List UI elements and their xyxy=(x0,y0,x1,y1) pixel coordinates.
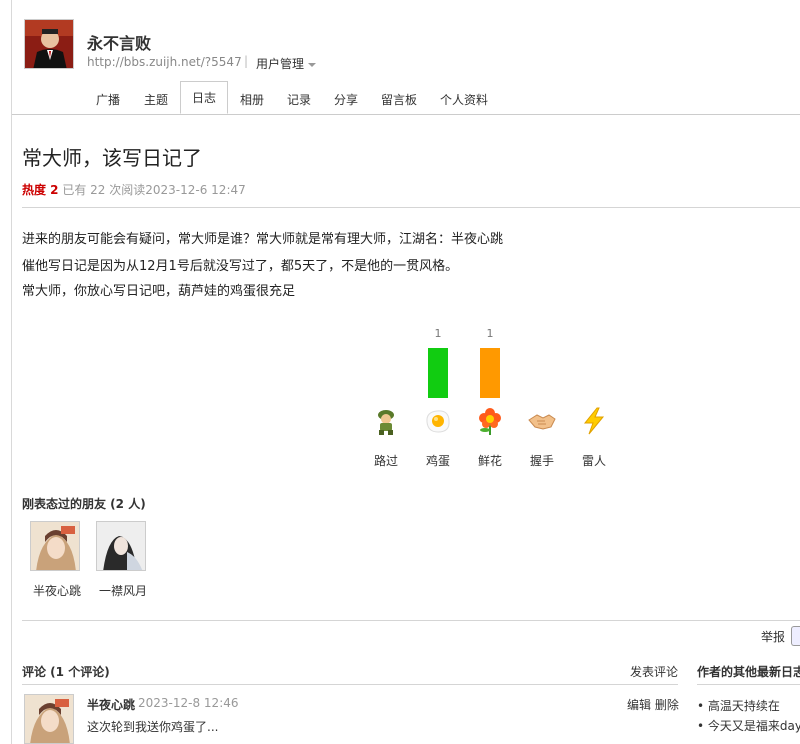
tab-records[interactable]: 记录 xyxy=(287,91,311,108)
reaction-bar xyxy=(480,348,500,398)
flower-icon[interactable] xyxy=(475,406,505,436)
heat-label: 热度 2 xyxy=(22,183,59,197)
reaction-label-pass[interactable]: 路过 xyxy=(366,452,406,469)
friend-avatar[interactable] xyxy=(30,521,80,571)
read-count-and-date: 已有 22 次阅读2023-12-6 12:47 xyxy=(62,183,246,197)
comment-actions[interactable]: 编辑 删除 xyxy=(627,696,679,713)
post-paragraph: 催他写日记是因为从12月1号后就没写过了，都5天了，不是他的一贯风格。 xyxy=(22,259,459,274)
tab-guestbook[interactable]: 留言板 xyxy=(381,91,417,108)
other-post-link[interactable]: • 今天又是福来day xyxy=(697,717,800,734)
friend-item[interactable]: 一襟风月 xyxy=(96,521,150,598)
reaction-label-shocking[interactable]: 雷人 xyxy=(574,452,614,469)
friend-name[interactable]: 一襟风月 xyxy=(88,582,158,599)
tab-broadcast[interactable]: 广播 xyxy=(96,91,120,108)
reaction-count: 1 xyxy=(486,327,494,340)
friend-avatar[interactable] xyxy=(96,521,146,571)
reaction-label-flower[interactable]: 鲜花 xyxy=(470,452,510,469)
owner-space-url[interactable]: http://bbs.zuijh.net/?5547 xyxy=(87,55,242,69)
tab-threads[interactable]: 主题 xyxy=(144,91,168,108)
post-paragraph: 常大师，你放心写日记吧，葫芦娃的鸡蛋很充足 xyxy=(22,284,296,299)
reaction-label-egg[interactable]: 鸡蛋 xyxy=(418,452,458,469)
reaction-bar xyxy=(428,348,448,398)
handshake-icon[interactable] xyxy=(527,406,557,436)
reaction-label-handshake[interactable]: 握手 xyxy=(522,452,562,469)
user-management-label: 用户管理 xyxy=(256,57,305,71)
divider xyxy=(22,207,800,208)
divider xyxy=(697,684,800,685)
comment-text: 这次轮到我送你鸡蛋了... xyxy=(87,720,219,734)
other-posts-title: 作者的其他最新日志 xyxy=(697,665,800,679)
tab-album[interactable]: 相册 xyxy=(240,91,264,108)
commenter-name[interactable]: 半夜心跳 xyxy=(87,696,135,713)
divider xyxy=(22,620,800,621)
post-title: 常大师，该写日记了 xyxy=(22,146,202,170)
divider xyxy=(22,684,678,685)
owner-username[interactable]: 永不言败 xyxy=(87,30,151,54)
post-paragraph: 进来的朋友可能会有疑问，常大师是谁？常大师就是常有理大师，江湖名：半夜心跳 xyxy=(22,232,504,247)
chevron-down-icon xyxy=(308,62,317,67)
post-comment-link[interactable]: 发表评论 xyxy=(630,663,678,680)
friend-item[interactable]: 半夜心跳 xyxy=(30,521,84,598)
friend-name[interactable]: 半夜心跳 xyxy=(22,582,92,599)
post-meta: 热度 2 已有 22 次阅读2023-12-6 12:47 xyxy=(22,181,246,198)
comments-title: 评论 (1 个评论) xyxy=(22,665,110,679)
tab-blog[interactable]: 日志 xyxy=(180,81,229,114)
comment-time: 2023-12-8 12:46 xyxy=(138,696,239,710)
commenter-avatar[interactable] xyxy=(24,694,74,744)
share-icon[interactable] xyxy=(791,626,800,646)
report-link[interactable]: 举报 xyxy=(761,628,785,645)
fried-egg-icon[interactable] xyxy=(423,406,453,436)
reacted-friends-title: 刚表态过的朋友 (2 人) xyxy=(22,497,146,511)
soldier-icon[interactable] xyxy=(371,406,401,436)
url-separator: | xyxy=(244,54,249,68)
other-post-link[interactable]: • 高温天持续在 xyxy=(697,697,780,714)
tab-share[interactable]: 分享 xyxy=(334,91,358,108)
tab-profile[interactable]: 个人资料 xyxy=(440,91,488,108)
lightning-icon[interactable] xyxy=(579,406,609,436)
user-management-menu[interactable]: 用户管理 xyxy=(256,55,317,72)
reaction-count: 1 xyxy=(434,327,442,340)
reaction-chart: 1 1 路过 鸡蛋 鲜花 握手 雷人 xyxy=(360,320,620,470)
owner-avatar[interactable] xyxy=(24,19,74,69)
space-tabs: 广播 主题 日志 相册 记录 分享 留言板 个人资料 xyxy=(12,81,800,115)
